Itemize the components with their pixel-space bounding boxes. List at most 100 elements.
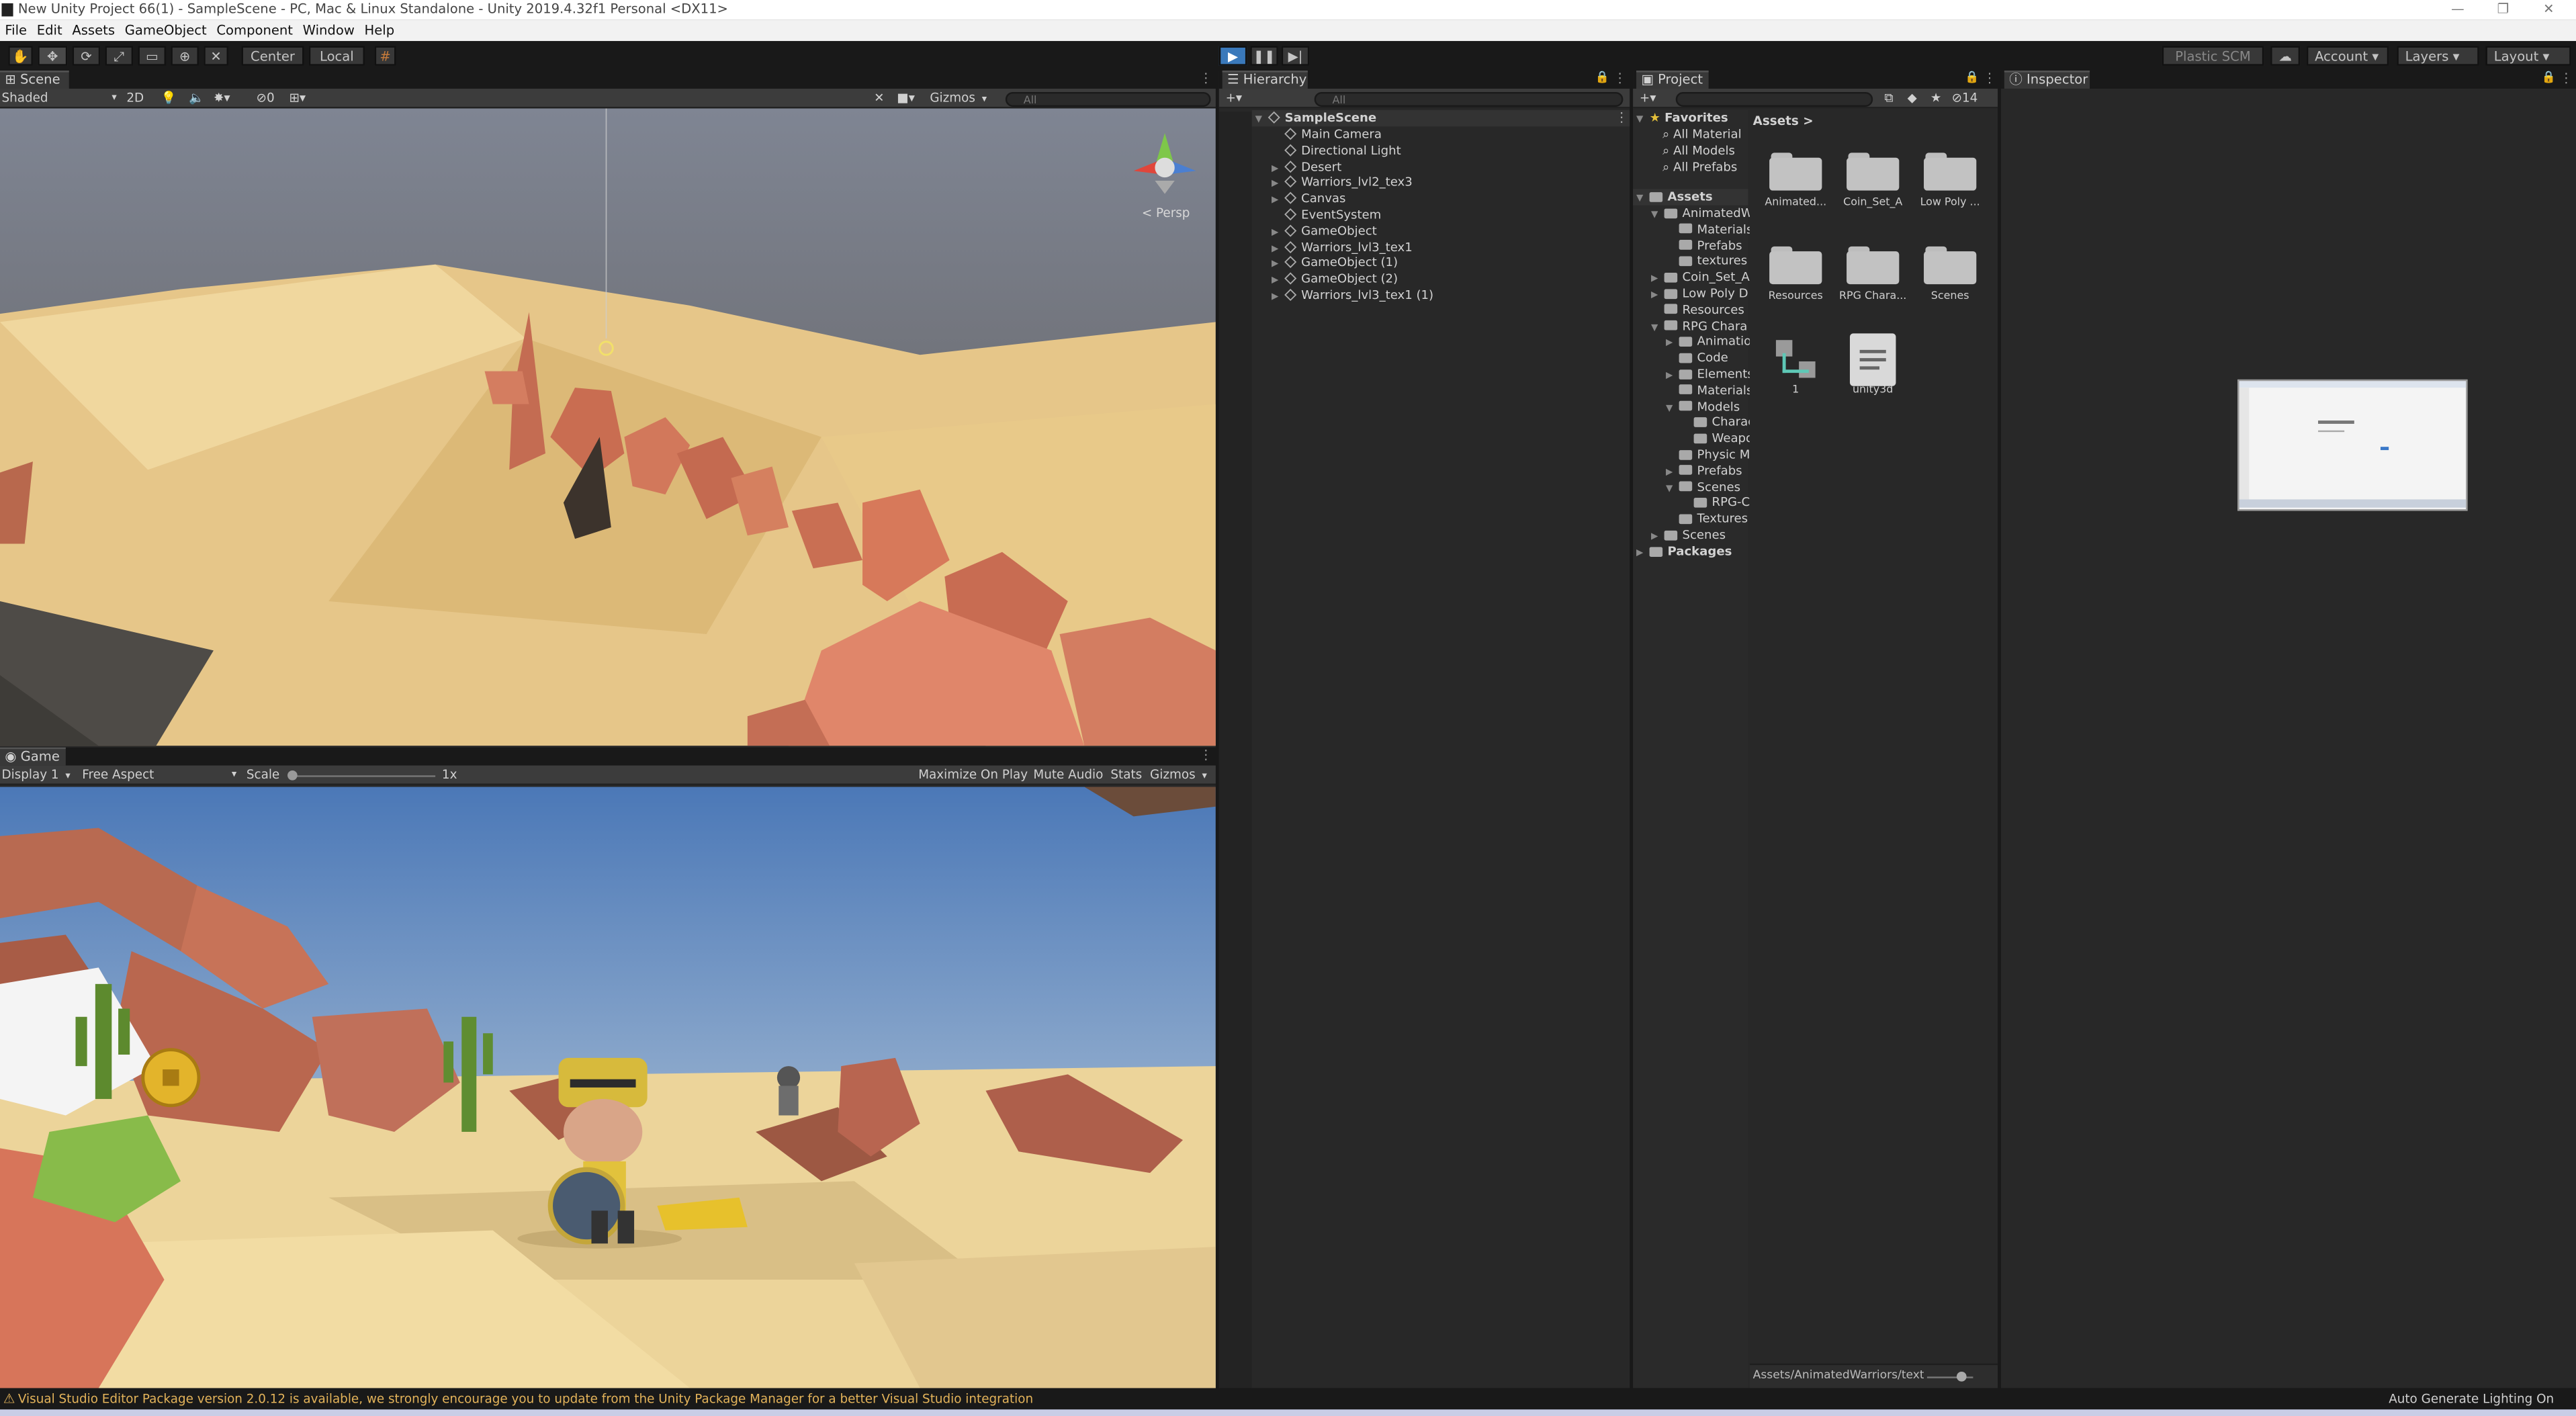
hierarchy-item[interactable]: Main Camera [1272,126,1382,142]
hand-tool-icon[interactable]: ✋ [8,46,33,66]
pause-button[interactable]: ❚❚ [1250,46,1278,66]
camera-dropdown-icon[interactable]: ■▾ [897,91,915,107]
tab-inspector[interactable]: ⓘ Inspector [2004,71,2090,89]
favorite-item[interactable]: ⌕ All Prefabs [1662,159,1737,175]
project-folder-item[interactable]: Charac [1681,414,1755,431]
display-dropdown[interactable]: Display 1 ▾ [1,767,70,783]
hierarchy-item[interactable]: ▶ GameObject (1) [1272,255,1398,271]
restore-icon[interactable]: ❐ [2497,0,2510,19]
hierarchy-item[interactable]: ▶ Warriors_lvl2_tex3 [1272,175,1413,191]
inspector-lock-icon[interactable]: 🔒 [2542,71,2556,84]
hierarchy-item[interactable]: EventSystem [1272,207,1381,223]
hierarchy-item[interactable]: ▶ Warriors_lvl3_tex1 (1) [1272,287,1433,304]
project-folder-item[interactable]: ▶ Scenes [1651,527,1726,543]
pivot-local-toggle[interactable]: Local [308,46,365,66]
hierarchy-item[interactable]: ▶ Desert [1272,159,1341,175]
project-folder-item[interactable]: ▶ Low Poly D [1651,286,1748,302]
aspect-dropdown[interactable]: Free Aspect ▾ [82,767,238,783]
rect-tool-icon[interactable]: ▭ [138,46,167,66]
rotate-tool-icon[interactable]: ⟳ [72,46,101,66]
hierarchy-lock-icon[interactable]: 🔒 [1595,71,1609,84]
scale-tool-icon[interactable]: ⤢ [105,46,134,66]
shading-mode-dropdown[interactable]: Shaded ▾ [1,91,116,107]
asset-tile[interactable]: RPG Chara... [1836,246,1909,302]
scale-slider-handle[interactable] [287,770,298,781]
hidden-objects-toggle[interactable]: ⊘0 [257,91,275,107]
scene-menu-icon[interactable]: ⋮ [1199,71,1212,85]
game-gizmos-dropdown[interactable]: Gizmos ▾ [1150,767,1207,783]
auto-lighting-status[interactable]: Auto Generate Lighting On [2389,1391,2554,1407]
tab-scene[interactable]: ⊞ Scene [0,71,69,89]
layers-dropdown[interactable]: Layers ▾ [2397,46,2479,66]
hierarchy-item[interactable]: Directional Light [1272,142,1401,159]
account-dropdown[interactable]: Account ▾ [2306,46,2389,66]
search-by-label-icon[interactable]: ◆ [1908,91,1917,107]
hierarchy-item[interactable]: ▶ GameObject (2) [1272,271,1398,287]
asset-tile[interactable]: Animated... [1759,152,1832,209]
asset-tile[interactable]: 1 [1759,340,1832,396]
packages-root[interactable]: ▶ Packages [1636,543,1732,560]
asset-tile[interactable]: Low Poly ... [1914,152,1986,209]
menu-component[interactable]: Component [216,23,293,38]
favorites-header[interactable]: ▼ ★ Favorites [1636,110,1728,126]
layout-dropdown[interactable]: Layout ▾ [2485,46,2571,66]
project-folder-item[interactable]: RPG-C [1681,495,1750,511]
project-folder-item[interactable]: ▶ Elements [1666,366,1754,382]
favorite-item[interactable]: ⌕ All Models [1662,143,1735,159]
project-search-input[interactable] [1675,91,1873,107]
expand-arrow-icon[interactable]: ▶ [1272,291,1285,307]
project-folder-item[interactable]: Physic M [1666,447,1750,463]
plastic-scm-button[interactable]: Plastic SCM [2162,46,2264,66]
mute-audio-toggle[interactable]: Mute Audio [1033,767,1103,783]
stats-toggle[interactable]: Stats [1110,767,1142,783]
hierarchy-create-button[interactable]: +▾ [1226,91,1243,107]
asset-tile[interactable]: Coin_Set_A [1836,152,1909,209]
fold-arrow-icon[interactable]: ▼ [1651,321,1664,337]
scene-gizmos-dropdown[interactable]: Gizmos ▾ [930,91,995,107]
maximize-on-play-toggle[interactable]: Maximize On Play [918,767,1028,783]
tab-game[interactable]: ◉ Game [0,747,66,766]
project-folder-item[interactable]: Prefabs [1666,238,1742,254]
game-viewport[interactable] [0,787,1216,1388]
custom-tool-icon[interactable]: ✕ [204,46,228,66]
lighting-toggle-icon[interactable]: 💡 [161,91,177,107]
scene-viewport[interactable]: < Persp [0,108,1216,746]
search-by-type-icon[interactable]: ⧉ [1884,91,1893,107]
project-folder-item[interactable]: ▼ RPG Chara [1651,318,1747,334]
scene-search-input[interactable]: All [1005,91,1211,107]
menu-edit[interactable]: Edit [37,23,62,38]
project-folder-item[interactable]: ▼ AnimatedW [1651,206,1753,222]
close-icon[interactable]: ✕ [2543,0,2554,19]
play-button[interactable]: ▶ [1218,46,1247,66]
project-folder-item[interactable]: Code [1666,350,1728,366]
project-folder-item[interactable]: ▶ Coin_Set_A [1651,270,1750,286]
minimize-icon[interactable]: — [2451,0,2464,19]
scene-row-menu-icon[interactable]: ⋮ [1615,110,1628,125]
tools-icon[interactable]: ✕ [874,91,884,107]
project-breadcrumb[interactable]: Assets > [1753,114,1814,128]
pivot-center-toggle[interactable]: Center [241,46,304,66]
hierarchy-item[interactable]: ▶ Warriors_lvl3_tex1 [1272,239,1413,255]
project-folder-item[interactable]: ▶ Prefabs [1666,463,1742,479]
tab-hierarchy[interactable]: ☰ Hierarchy [1222,71,1308,89]
hierarchy-item[interactable]: ▶ GameObject [1272,223,1377,239]
project-folder-item[interactable]: Resources [1651,302,1744,318]
hierarchy-item[interactable]: ▶ Canvas [1272,191,1345,207]
mode-2d-toggle[interactable]: 2D [126,91,144,107]
project-folder-item[interactable]: Materials [1666,382,1752,398]
grid-snap-icon[interactable]: # [374,46,396,66]
audio-toggle-icon[interactable]: 🔈 [189,91,204,107]
favorite-item[interactable]: ⌕ All Material [1662,126,1742,142]
fold-arrow-icon[interactable]: ▼ [1666,402,1679,418]
effects-dropdown-icon[interactable]: ✸▾ [214,91,230,107]
move-tool-icon[interactable]: ✥ [38,46,68,66]
menu-window[interactable]: Window [303,23,355,38]
asset-tile[interactable]: unity3d [1836,333,1909,396]
project-lock-icon[interactable]: 🔒 [1965,71,1979,84]
hidden-packages-toggle[interactable]: ⊘14 [1952,91,1978,107]
asset-tile[interactable]: Scenes [1914,246,1986,302]
menu-file[interactable]: File [5,23,27,38]
inspector-menu-icon[interactable]: ⋮ [2560,71,2573,85]
project-folder-item[interactable]: ▼ Models [1666,398,1740,414]
project-folder-item[interactable]: textures [1666,254,1747,270]
